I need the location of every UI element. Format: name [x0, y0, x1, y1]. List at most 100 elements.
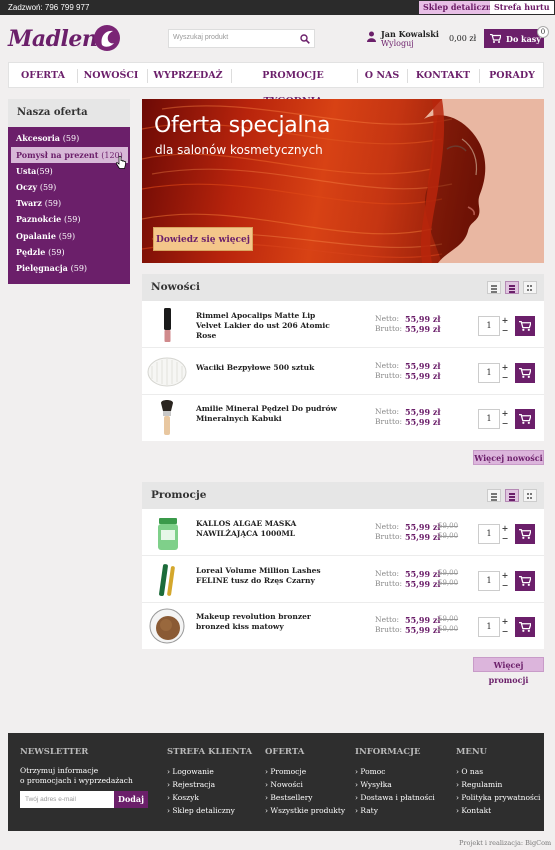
quantity-input[interactable]: 1 — [478, 617, 500, 637]
sidebar-item-pomysl-na-prezent[interactable]: Pomysł na prezent (120) — [11, 147, 128, 163]
banner-learn-more-button[interactable]: Dowiedz się więcej — [153, 227, 253, 251]
footer-link-nowosci[interactable]: › Nowości — [265, 780, 303, 789]
quantity-input[interactable]: 1 — [478, 409, 500, 429]
newsletter-subscribe-button[interactable]: Dodaj — [114, 791, 148, 808]
footer-link-regulamin[interactable]: › Regulamin — [456, 780, 502, 789]
product-name[interactable]: Loreal Volume Million Lashes FELINE tusz… — [196, 566, 341, 586]
quantity-decrease-button[interactable]: − — [500, 325, 510, 335]
sidebar-item-usta[interactable]: Usta(59) — [8, 163, 53, 179]
add-to-cart-button[interactable] — [515, 409, 535, 429]
footer-link-label: Nowości — [270, 780, 303, 789]
product-row[interactable]: Waciki Bezpyłowe 500 sztuk Netto: 55,99 … — [142, 349, 544, 395]
algae-mask-product-image[interactable] — [147, 514, 187, 552]
footer-link-logowanie[interactable]: › Logowanie — [167, 767, 214, 776]
sidebar-item-akcesoria[interactable]: Akcesoria (59) — [8, 130, 79, 146]
product-row[interactable]: KALLOS ALGAE MASKA NAWILŻAJĄCA 1000ML Ne… — [142, 510, 544, 556]
add-to-cart-button[interactable] — [515, 524, 535, 544]
wholesale-zone-link[interactable]: Strefa hurtu — [490, 1, 554, 14]
quantity-decrease-button[interactable]: − — [500, 372, 510, 382]
product-row[interactable]: Makeup revolution bronzer bronzed kiss m… — [142, 603, 544, 649]
add-to-cart-button[interactable] — [515, 571, 535, 591]
sidebar-item-pedzle[interactable]: Pędzle (59) — [8, 244, 65, 260]
brutto-label: Brutto: — [375, 579, 402, 588]
product-name[interactable]: Amilie Mineral Pędzel Do pudrów Mineraln… — [196, 404, 341, 424]
sidebar-item-paznokcie[interactable]: Paznokcie (59) — [8, 211, 80, 227]
footer-link-raty[interactable]: › Raty — [355, 806, 378, 815]
footer-link-promocje[interactable]: › Promocje — [265, 767, 306, 776]
logout-link[interactable]: Wyloguj — [381, 39, 414, 48]
footer-link-kontakt[interactable]: › Kontakt — [456, 806, 491, 815]
nav-item-o-nas[interactable]: O NAS — [362, 63, 402, 89]
kabuki-brush-product-image[interactable] — [147, 399, 187, 437]
footer-link-sklep-detaliczny[interactable]: › Sklep detaliczny — [167, 806, 235, 815]
more-new-products-button[interactable]: Więcej nowości — [473, 450, 544, 465]
quantity-input[interactable]: 1 — [478, 524, 500, 544]
checkout-button[interactable]: Do kasy — [484, 29, 544, 48]
quantity-increase-button[interactable]: + — [500, 362, 510, 372]
footer-link-bestsellery[interactable]: › Bestsellery — [265, 793, 313, 802]
footer-link-dostawa[interactable]: › Dostawa i płatności — [355, 793, 435, 802]
quantity-input[interactable]: 1 — [478, 363, 500, 383]
detail-view-icon[interactable] — [505, 489, 519, 502]
lipstick-product-image[interactable] — [147, 306, 187, 344]
quantity-increase-button[interactable]: + — [500, 315, 510, 325]
sidebar-item-pielegnacja[interactable]: Pielęgnacja (59) — [8, 260, 87, 276]
list-view-icon[interactable] — [487, 489, 501, 502]
promo-banner[interactable]: Oferta specjalna dla salonów kosmetyczny… — [142, 99, 544, 263]
footer-link-o-nas[interactable]: › O nas — [456, 767, 483, 776]
quantity-increase-button[interactable]: + — [500, 570, 510, 580]
product-row[interactable]: Rimmel Apocalips Matte Lip Velvet Lakier… — [142, 302, 544, 348]
list-view-icon[interactable] — [487, 281, 501, 294]
sidebar-item-twarz[interactable]: Twarz (59) — [8, 195, 61, 211]
search-input[interactable]: Wyszukaj produkt — [173, 34, 228, 41]
product-name[interactable]: Waciki Bezpyłowe 500 sztuk — [196, 363, 341, 373]
quantity-input[interactable]: 1 — [478, 571, 500, 591]
add-to-cart-button[interactable] — [515, 363, 535, 383]
nav-item-oferta[interactable]: OFERTA — [15, 63, 71, 89]
search-box[interactable]: Wyszukaj produkt — [168, 29, 315, 48]
detail-view-icon[interactable] — [505, 281, 519, 294]
footer-link-polityka[interactable]: › Polityka prywatności — [456, 793, 540, 802]
bronzer-product-image[interactable] — [147, 607, 187, 645]
sidebar-item-oczy[interactable]: Oczy (59) — [8, 179, 56, 195]
footer-link-pomoc[interactable]: › Pomoc — [355, 767, 385, 776]
more-promotions-button[interactable]: Więcej promocji — [473, 657, 544, 685]
quantity-decrease-button[interactable]: − — [500, 418, 510, 428]
retail-store-link[interactable]: Sklep detaliczny — [419, 1, 501, 14]
product-name[interactable]: Rimmel Apocalips Matte Lip Velvet Lakier… — [196, 311, 341, 341]
quantity-increase-button[interactable]: + — [500, 408, 510, 418]
newsletter-email-input[interactable]: Twój adres e-mail — [20, 791, 114, 808]
product-name[interactable]: Makeup revolution bronzer bronzed kiss m… — [196, 612, 341, 632]
quantity-input[interactable]: 1 — [478, 316, 500, 336]
cotton-pads-product-image[interactable] — [147, 353, 187, 391]
quantity-decrease-button[interactable]: − — [500, 626, 510, 636]
footer-link-rejestracja[interactable]: › Rejestracja — [167, 780, 215, 789]
footer-link-koszyk[interactable]: › Koszyk — [167, 793, 199, 802]
quantity-decrease-button[interactable]: − — [500, 533, 510, 543]
sidebar-item-count: (59) — [39, 183, 57, 192]
quantity-decrease-button[interactable]: − — [500, 580, 510, 590]
mascara-product-image[interactable] — [147, 561, 187, 599]
product-row[interactable]: Amilie Mineral Pędzel Do pudrów Mineraln… — [142, 395, 544, 441]
nav-item-porady[interactable]: PORADY — [485, 63, 539, 89]
grid-view-icon[interactable] — [523, 281, 537, 294]
nav-item-promocje-tygodnia[interactable]: PROMOCJE TYGODNIA — [235, 63, 351, 107]
footer-link-wszystkie-produkty[interactable]: › Wszystkie produkty — [265, 806, 345, 815]
product-row[interactable]: Loreal Volume Million Lashes FELINE tusz… — [142, 557, 544, 603]
nav-item-wyprzedaz[interactable]: WYPRZEDAŻ — [152, 63, 224, 89]
grid-view-icon[interactable] — [523, 489, 537, 502]
netto-price: 55,99 zł — [405, 314, 441, 324]
add-to-cart-button[interactable] — [515, 316, 535, 336]
quantity-increase-button[interactable]: + — [500, 523, 510, 533]
sidebar-item-opalanie[interactable]: Opalanie (59) — [8, 228, 75, 244]
nav-item-nowosci[interactable]: NOWOŚCI — [81, 63, 141, 89]
footer-link-wysylka[interactable]: › Wysyłka — [355, 780, 392, 789]
credits[interactable]: Projekt i realizacja: BigCom — [459, 839, 551, 847]
nav-item-kontakt[interactable]: KONTAKT — [412, 63, 474, 89]
logo[interactable]: Madlen — [8, 25, 120, 53]
add-to-cart-button[interactable] — [515, 617, 535, 637]
product-name[interactable]: KALLOS ALGAE MASKA NAWILŻAJĄCA 1000ML — [196, 519, 341, 539]
cart-icon — [519, 529, 531, 539]
search-icon[interactable] — [300, 34, 310, 44]
quantity-increase-button[interactable]: + — [500, 616, 510, 626]
